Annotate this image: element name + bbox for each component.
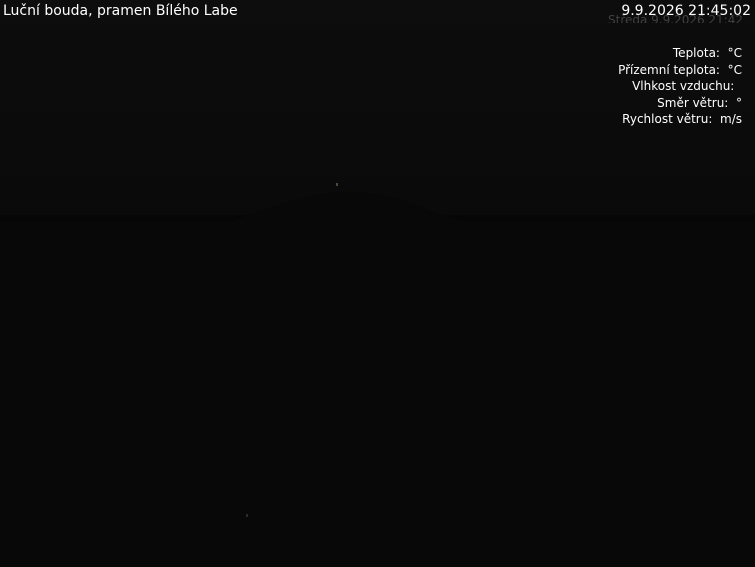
weather-unit: m/s [720, 112, 742, 126]
webcam-frame: Středa 9.9.2026 21:42 Luční bouda, prame… [0, 0, 755, 567]
weather-label: Vlhkost vzduchu: [632, 79, 735, 93]
weather-row-ground-temperature: Přízemní teplota: °C [618, 62, 742, 79]
weather-label: Rychlost větru: [622, 112, 713, 126]
weather-unit: ° [736, 95, 742, 110]
weather-panel: Teplota: °C Přízemní teplota: °C Vlhkost… [618, 45, 742, 128]
camera-timestamp: 9.9.2026 21:45:02 [621, 3, 751, 19]
camera-title: Luční bouda, pramen Bílého Labe [3, 3, 238, 19]
weather-unit: °C [727, 46, 742, 60]
weather-label: Přízemní teplota: [618, 62, 720, 77]
light-point [246, 514, 248, 517]
weather-row-wind-speed: Rychlost větru: m/s [618, 111, 742, 128]
weather-unit: °C [727, 62, 742, 77]
weather-label: Teplota: [672, 46, 720, 60]
weather-row-wind-direction: Směr větru: ° [618, 95, 742, 112]
weather-row-humidity: Vlhkost vzduchu: [618, 78, 742, 95]
light-point [336, 183, 338, 186]
weather-label: Směr větru: [657, 95, 729, 110]
weather-row-temperature: Teplota: °C [618, 45, 742, 62]
